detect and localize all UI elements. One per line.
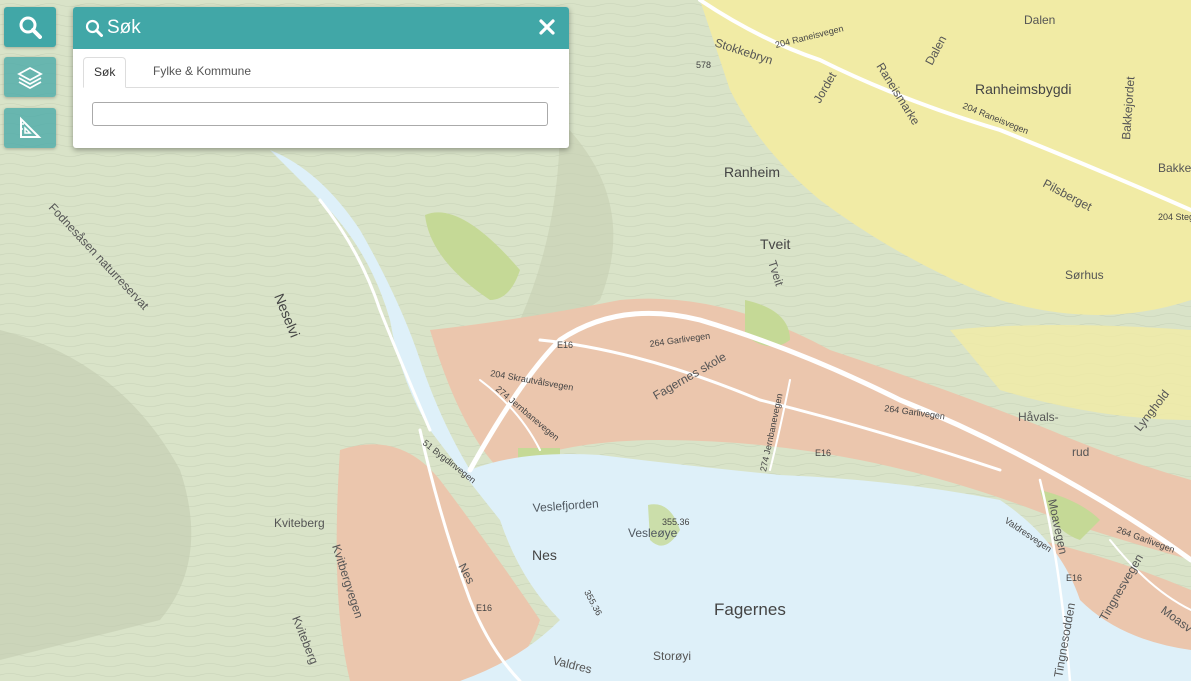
tab-bar: Søk Fylke & Kommune: [83, 57, 559, 88]
panel-title: Søk: [107, 17, 141, 38]
map-label: Ranheimsbygdi: [975, 81, 1072, 97]
map-label: E16: [476, 603, 492, 613]
panel-header: Søk: [73, 7, 569, 49]
map-label: Håvals-: [1018, 410, 1059, 424]
map-label: E16: [1066, 573, 1082, 583]
map-label: 204 Steg: [1158, 212, 1191, 222]
map-label: Bakke: [1158, 161, 1191, 175]
map-label: Kviteberg: [274, 516, 325, 530]
search-icon: [19, 16, 42, 39]
ruler-icon: [20, 116, 42, 138]
search-tool-button[interactable]: [4, 7, 56, 47]
tab-county-municipality[interactable]: Fylke & Kommune: [143, 57, 261, 86]
map-label: Storøyi: [653, 649, 691, 663]
map-label: Tveit: [760, 236, 790, 252]
map-label: rud: [1072, 445, 1089, 459]
map-label: Ranheim: [724, 164, 780, 180]
layers-tool-button[interactable]: [4, 57, 56, 97]
tab-search[interactable]: Søk: [83, 57, 127, 88]
map-label: E16: [815, 448, 831, 458]
map-label: Sørhus: [1065, 268, 1104, 282]
map-label: E16: [557, 340, 573, 350]
layers-icon: [17, 66, 43, 89]
search-icon: [85, 19, 103, 37]
map-label: Vesleøye: [628, 526, 678, 540]
measure-tool-button[interactable]: [4, 108, 56, 148]
close-button[interactable]: [537, 17, 557, 37]
close-icon: [539, 19, 555, 35]
map-label: Nes: [532, 547, 557, 563]
search-input[interactable]: [92, 102, 548, 126]
search-panel: Søk Søk Fylke & Kommune: [73, 7, 569, 148]
map-label: Dalen: [1024, 13, 1055, 27]
map-label: 578: [696, 60, 711, 70]
map-label: Fagernes: [714, 600, 786, 619]
